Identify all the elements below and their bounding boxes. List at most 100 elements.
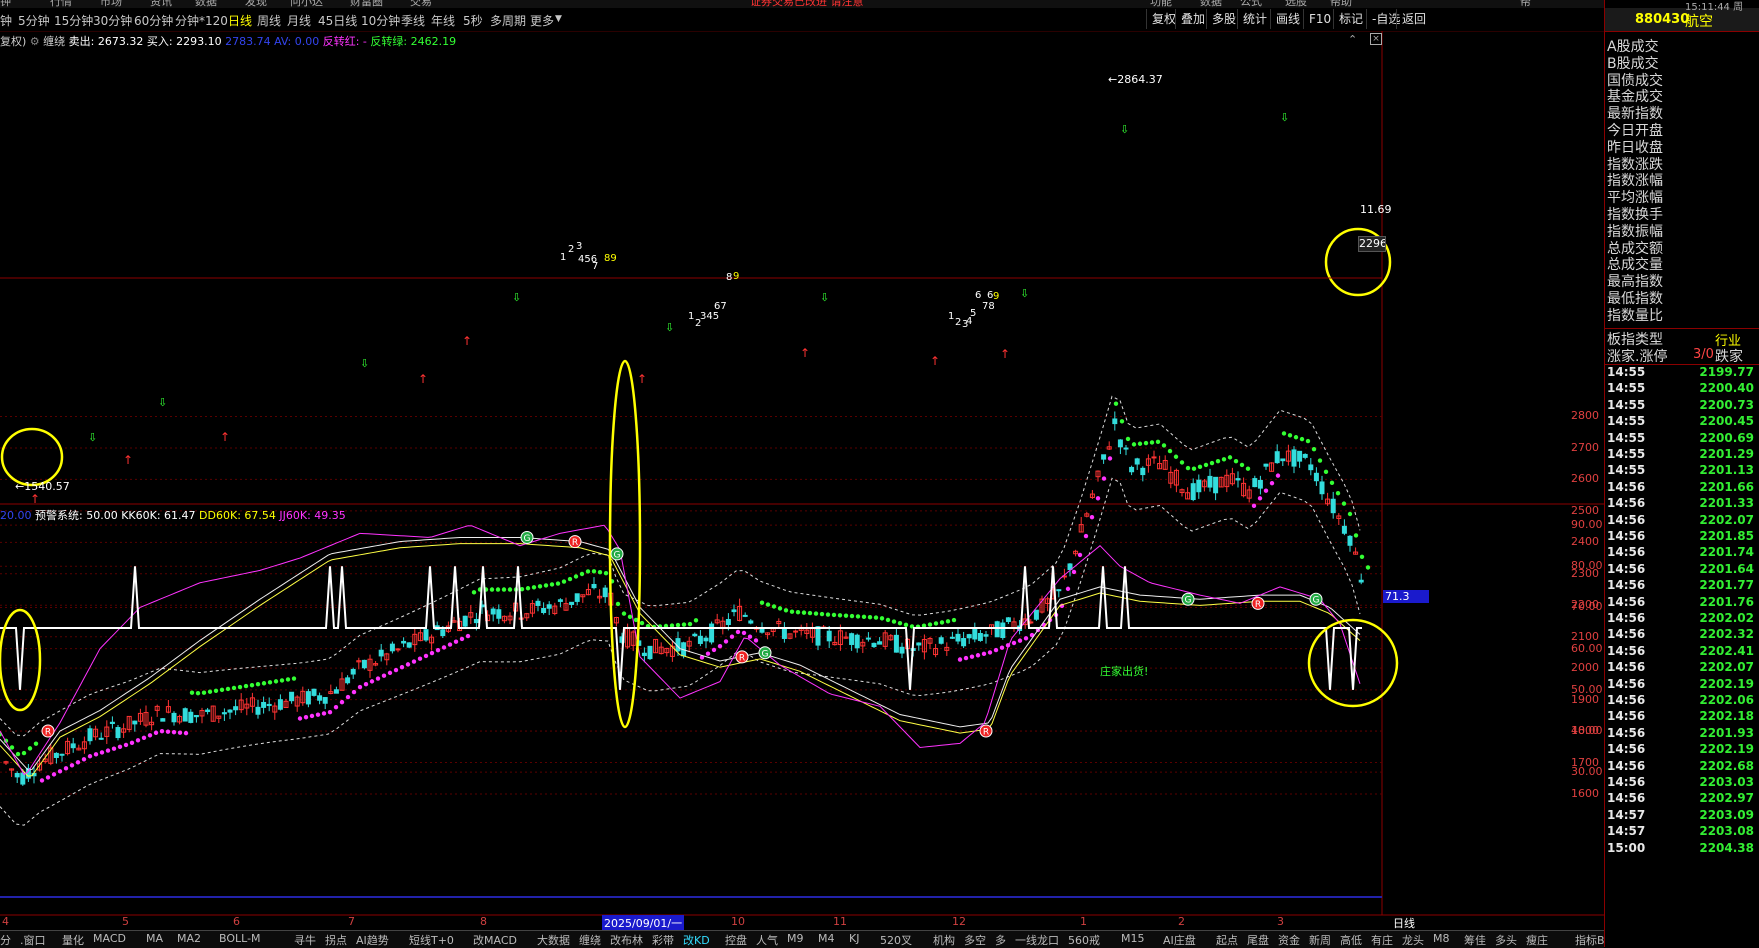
indicator-tab[interactable]: 改KD [683, 932, 710, 948]
trend-dot [597, 570, 603, 575]
indicator-tab[interactable]: BOLL-M [219, 932, 261, 945]
indicator-tab[interactable]: 指标B [1575, 932, 1604, 948]
indicator-tab[interactable]: 控盘 [725, 932, 747, 948]
indicator-tab[interactable]: 拐点 [325, 932, 347, 948]
top-menu-item[interactable]: 钟 [0, 0, 11, 8]
indicator-tab[interactable]: 起点 [1216, 932, 1238, 948]
top-menu-item[interactable]: 数据 [1200, 0, 1222, 8]
period-tab[interactable]: 周线 [257, 12, 281, 29]
top-menu-item[interactable]: 数据 [195, 0, 217, 8]
gear-icon[interactable]: ⚙ [30, 35, 40, 48]
indicator-tab[interactable]: 瘦庄 [1526, 932, 1548, 948]
top-menu-item[interactable]: 行情 [50, 0, 72, 8]
indicator-tab[interactable]: 560戒 [1068, 932, 1100, 948]
indicator-tab[interactable]: 彩带 [652, 932, 674, 948]
chevron-up-icon[interactable]: ⌃ [1348, 33, 1357, 46]
indicator-tab[interactable]: 新周 [1309, 932, 1331, 948]
period-tab[interactable]: 年线 [431, 12, 455, 29]
trend-dot [903, 622, 909, 628]
toolbar-button[interactable]: 统计 [1237, 9, 1272, 29]
top-menu-item[interactable]: 选股 [1285, 0, 1307, 8]
period-tab[interactable]: 45日线 [318, 12, 357, 29]
chart-canvas[interactable]: ↑ ↑ ↑ ↑ ↑ ↑ ↑ ↑ ↑ ⇩ ⇩ ⇩ ⇩ ⇩ ⇩ ⇩ ⇩ ⇩ R R R R R G G G G G [0, 31, 1604, 930]
candle-body [703, 637, 709, 642]
indicator-tab[interactable]: 520叉 [880, 932, 912, 948]
indicator-tab[interactable]: 有庄 [1371, 932, 1393, 948]
period-tab[interactable]: 更多 [530, 12, 554, 29]
candle-body [546, 604, 552, 609]
toolbar-button[interactable]: 标记 [1333, 9, 1368, 29]
indicator-tab[interactable]: 一线龙口 [1015, 932, 1059, 948]
period-tab[interactable]: 多周期 [490, 12, 526, 29]
top-menu-item[interactable]: 公式 [1240, 0, 1262, 8]
indicator-tab[interactable]: 资金 [1278, 932, 1300, 948]
indicator-tab[interactable]: AI趋势 [356, 932, 389, 948]
chevron-down-icon[interactable]: ▼ [555, 14, 562, 24]
close-icon[interactable]: × [1370, 33, 1382, 45]
indicator-tab[interactable]: AI庄盘 [1163, 932, 1196, 948]
period-tab[interactable]: 10分钟 [361, 12, 400, 29]
indicator-tab[interactable]: 多空 [964, 932, 986, 948]
indicator-tab[interactable]: MA [146, 932, 163, 945]
top-menu-item[interactable]: 财富圈 [350, 0, 383, 8]
candle-body [1291, 449, 1297, 467]
toolbar-button[interactable]: F10 [1303, 9, 1336, 29]
candle-body [977, 633, 983, 641]
top-menu-item[interactable]: 功能 [1150, 0, 1172, 8]
indicator-tab[interactable]: MA2 [177, 932, 201, 945]
tick-price: 2201.33 [1699, 496, 1754, 511]
period-tab[interactable]: 钟 [0, 12, 12, 29]
period-tab[interactable]: 30分钟 [93, 12, 132, 29]
indicator-tab[interactable]: MACD [93, 932, 126, 945]
period-tab[interactable]: 5秒 [463, 12, 483, 29]
indicator-tab[interactable]: M4 [818, 932, 835, 945]
indicator-tab[interactable]: 多头 [1495, 932, 1517, 948]
top-menu-item[interactable]: 市场 [100, 0, 122, 8]
period-tab[interactable]: 季线 [401, 12, 425, 29]
period-tab[interactable]: 分钟*120 [175, 12, 228, 29]
indicator-tab[interactable]: 龙头 [1402, 932, 1424, 948]
period-tab[interactable]: 5分钟 [18, 12, 50, 29]
indicator-tab[interactable]: 多 [995, 932, 1006, 948]
trend-dot [39, 778, 45, 783]
top-menu-item[interactable]: 资讯 [150, 0, 172, 8]
indicator-tab[interactable]: 寻牛 [294, 932, 316, 948]
indicator-tab[interactable]: 改布林 [610, 932, 643, 948]
indicator-tab[interactable]: M15 [1121, 932, 1145, 945]
indicator-tab[interactable]: 量化 [62, 932, 84, 948]
toolbar-button[interactable]: 多股 [1206, 9, 1241, 29]
candle-body [899, 646, 905, 654]
indicator-tab[interactable]: 短线T+0 [409, 932, 454, 948]
indicator-tab[interactable]: 大数据 [537, 932, 570, 948]
period-tab[interactable]: 日线 [228, 12, 252, 29]
top-menu-item[interactable]: 帮助 [1330, 0, 1352, 8]
indicator-tab[interactable]: M9 [787, 932, 804, 945]
trend-dot [1143, 440, 1149, 446]
top-menu-item[interactable]: 交易 [410, 0, 432, 8]
date-label[interactable]: 日线 [1393, 915, 1415, 931]
top-menu-item[interactable]: 帮 [1520, 0, 1531, 8]
indicator-tab[interactable]: KJ [849, 932, 859, 945]
indicator-tab[interactable]: 分 [0, 932, 11, 948]
period-tab[interactable]: 15分钟 [54, 12, 93, 29]
top-menu-item[interactable]: 发现 [245, 0, 267, 8]
top-menu-item[interactable]: 问小达 [290, 0, 323, 8]
period-tab[interactable]: 月线 [287, 12, 311, 29]
indicator-tab[interactable]: 尾盘 [1247, 932, 1269, 948]
trend-dot [987, 650, 993, 655]
indicator-tab[interactable]: .窗口 [20, 932, 46, 948]
period-tab[interactable]: 60分钟 [134, 12, 173, 29]
indicator-tab[interactable]: 筹佳 [1464, 932, 1486, 948]
toolbar-button[interactable]: 返回 [1396, 9, 1431, 29]
indicator-name[interactable]: 缠绕 [43, 35, 65, 48]
indicator-tab[interactable]: 机构 [933, 932, 955, 948]
candle-body [709, 623, 715, 643]
indicator-tab[interactable]: 人气 [756, 932, 778, 948]
toolbar-button[interactable]: 画线 [1270, 9, 1305, 29]
indicator-tab[interactable]: 缠绕 [579, 932, 601, 948]
toolbar-button[interactable]: 叠加 [1175, 9, 1210, 29]
indicator-tab[interactable]: M8 [1433, 932, 1450, 945]
indicator-tab[interactable]: 改MACD [473, 932, 517, 948]
indicator-tab[interactable]: 高低 [1340, 932, 1362, 948]
restore-label[interactable]: 复权) [0, 35, 26, 48]
